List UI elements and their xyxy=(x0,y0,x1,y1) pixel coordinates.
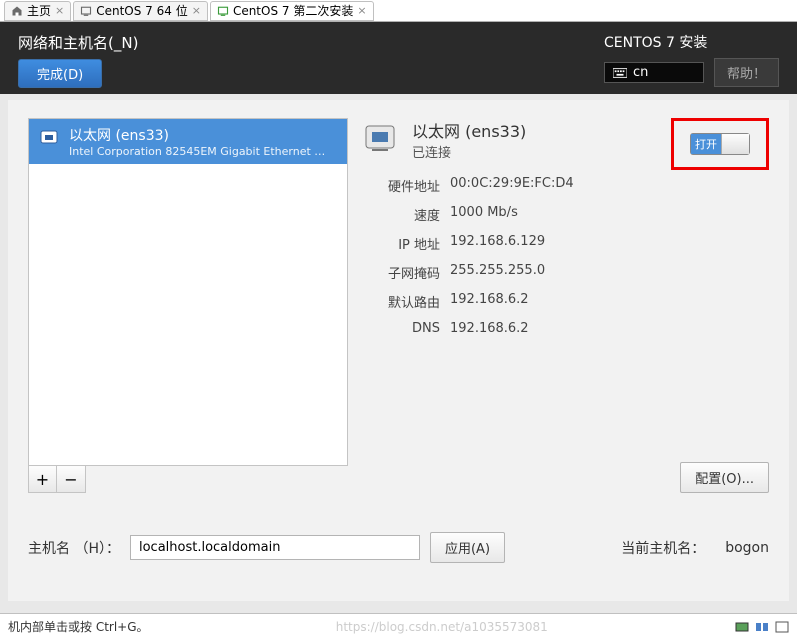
tab-label: CentOS 7 64 位 xyxy=(96,2,187,19)
ethernet-large-icon xyxy=(360,118,400,162)
page-title: 网络和主机名(_N) xyxy=(18,32,138,53)
content-area: 以太网 (ens33) Intel Corporation 82545EM Gi… xyxy=(8,100,789,601)
tab-centos7-second[interactable]: CentOS 7 第二次安装 × xyxy=(210,1,374,21)
installer-header: 网络和主机名(_N) 完成(D) CENTOS 7 安装 cn 帮助！ xyxy=(0,22,797,94)
device-list-panel: 以太网 (ens33) Intel Corporation 82545EM Gi… xyxy=(28,118,348,493)
device-list-item[interactable]: 以太网 (ens33) Intel Corporation 82545EM Gi… xyxy=(29,119,347,164)
hostname-row: 主机名 （H）： 应用(A) 当前主机名： bogon xyxy=(28,532,769,563)
detail-status: 已连接 xyxy=(412,142,526,161)
gateway-label: 默认路由 xyxy=(360,292,440,311)
speed-label: 速度 xyxy=(360,205,440,224)
highlight-annotation: 打开 xyxy=(671,118,769,170)
keyboard-icon xyxy=(613,68,627,78)
hostname-input[interactable] xyxy=(130,535,420,560)
device-details: 以太网 (ens33) 已连接 硬件地址 00:0C:29:9E:FC:D4 速… xyxy=(360,118,769,493)
hostname-label: 主机名 （H）： xyxy=(28,538,120,558)
ethernet-icon xyxy=(37,125,61,153)
status-tray xyxy=(735,621,789,633)
device-subtitle: Intel Corporation 82545EM Gigabit Ethern… xyxy=(69,145,329,158)
configure-button[interactable]: 配置(O)... xyxy=(680,462,769,493)
apply-hostname-button[interactable]: 应用(A) xyxy=(430,532,505,563)
add-device-button[interactable]: + xyxy=(29,466,57,492)
current-hostname-label: 当前主机名： xyxy=(621,538,705,558)
vm-icon xyxy=(217,5,229,17)
home-icon xyxy=(11,5,23,17)
vm-status-bar: 机内部单击或按 Ctrl+G。 https://blog.csdn.net/a1… xyxy=(0,613,797,639)
help-button[interactable]: 帮助！ xyxy=(714,58,779,87)
remove-device-button[interactable]: − xyxy=(57,466,85,492)
netmask-label: 子网掩码 xyxy=(360,263,440,282)
dns-label: DNS xyxy=(360,321,440,336)
toggle-on-label: 打开 xyxy=(691,134,721,154)
vm-icon xyxy=(80,5,92,17)
dns-value: 192.168.6.2 xyxy=(450,321,769,336)
tab-label: CentOS 7 第二次安装 xyxy=(233,2,353,19)
current-hostname-value: bogon xyxy=(725,540,769,556)
tab-centos7-64[interactable]: CentOS 7 64 位 × xyxy=(73,1,208,21)
device-name: 以太网 (ens33) xyxy=(69,125,329,145)
toggle-knob xyxy=(721,134,749,154)
close-icon[interactable]: × xyxy=(357,4,366,17)
hw-value: 00:0C:29:9E:FC:D4 xyxy=(450,176,769,195)
detail-title: 以太网 (ens33) xyxy=(412,118,526,142)
install-title: CENTOS 7 安装 xyxy=(604,32,779,52)
status-hint: 机内部单击或按 Ctrl+G。 xyxy=(8,618,149,635)
sound-tray-icon xyxy=(775,621,789,633)
watermark-text: https://blog.csdn.net/a1035573081 xyxy=(336,620,548,634)
keyboard-layout: cn xyxy=(633,65,648,80)
ip-label: IP 地址 xyxy=(360,234,440,253)
netmask-value: 255.255.255.0 xyxy=(450,263,769,282)
tab-label: 主页 xyxy=(27,2,51,19)
ip-value: 192.168.6.129 xyxy=(450,234,769,253)
gateway-value: 192.168.6.2 xyxy=(450,292,769,311)
device-list: 以太网 (ens33) Intel Corporation 82545EM Gi… xyxy=(28,118,348,466)
network-toggle[interactable]: 打开 xyxy=(690,133,750,155)
done-button[interactable]: 完成(D) xyxy=(18,59,102,88)
close-icon[interactable]: × xyxy=(55,4,64,17)
hw-label: 硬件地址 xyxy=(360,176,440,195)
tab-home[interactable]: 主页 × xyxy=(4,1,71,21)
close-icon[interactable]: × xyxy=(192,4,201,17)
vm-tab-bar: 主页 × CentOS 7 64 位 × CentOS 7 第二次安装 × xyxy=(0,0,797,22)
network-tray-icon xyxy=(755,621,769,633)
disk-tray-icon xyxy=(735,621,749,633)
keyboard-indicator[interactable]: cn xyxy=(604,62,704,83)
speed-value: 1000 Mb/s xyxy=(450,205,769,224)
